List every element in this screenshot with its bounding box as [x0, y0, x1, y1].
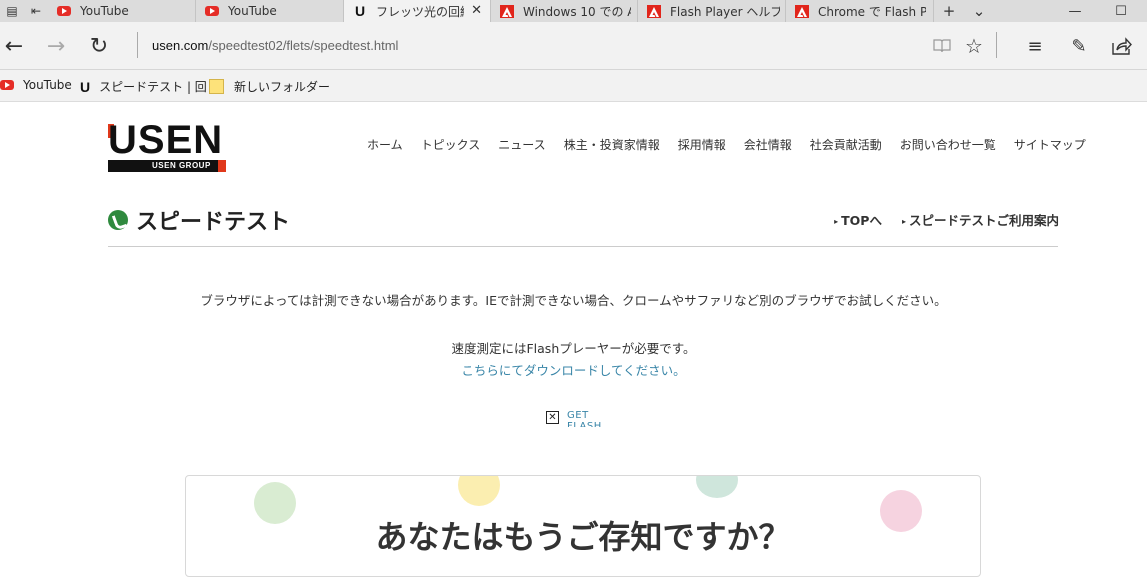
youtube-favicon-icon: [0, 80, 14, 90]
tab-list-icon[interactable]: ▤: [0, 0, 24, 22]
usage-guide-link[interactable]: ▸ スピードテストご利用案内: [902, 210, 1059, 229]
promo-banner: あなたはもうご存知ですか？: [185, 475, 981, 577]
minimize-icon[interactable]: —: [1052, 0, 1098, 22]
get-flash-button[interactable]: ✕ GET FLASH: [546, 410, 607, 427]
yellow-leaf-decoration-icon: [458, 476, 500, 506]
reading-view-icon[interactable]: [928, 32, 956, 60]
youtube-favicon-icon: [204, 5, 220, 17]
favorite-new-folder[interactable]: 新しいフォルダー: [209, 78, 330, 95]
close-tab-icon[interactable]: ✕: [471, 3, 482, 18]
favorite-star-icon[interactable]: ☆: [960, 32, 988, 60]
usen-logo[interactable]: USEN USEN GROUP: [108, 118, 226, 172]
adobe-favicon-icon: [499, 4, 515, 18]
download-link[interactable]: こちらにてダウンロードしてください。: [0, 360, 1147, 379]
url-host: usen.com: [152, 38, 209, 53]
nav-recruit[interactable]: 採用情報: [678, 136, 726, 153]
tab-bar: ▤ ⇤ YouTube YouTube U フレッツ光の回線 ✕ Windows…: [0, 0, 1147, 22]
share-icon[interactable]: [1108, 32, 1136, 60]
nav-contact[interactable]: お問い合わせ一覧: [900, 136, 996, 153]
top-link[interactable]: ▸ TOPへ: [834, 210, 882, 229]
tab-title: Flash Player ヘルプ: [670, 4, 780, 19]
triangle-right-icon: ▸: [834, 217, 839, 226]
tab-youtube-2[interactable]: YouTube: [196, 0, 344, 22]
tab-windows10-adobe[interactable]: Windows 10 での A: [491, 0, 638, 22]
url-path: /speedtest02/flets/speedtest.html: [208, 38, 399, 53]
flash-required-text: 速度測定にはFlashプレーヤーが必要です。: [451, 341, 696, 356]
tab-flets-active[interactable]: U フレッツ光の回線 ✕: [344, 0, 491, 22]
tab-title: Chrome で Flash Pl: [818, 4, 926, 19]
broken-image-icon: ✕: [546, 411, 559, 424]
back-arrow-icon[interactable]: ←: [0, 32, 28, 60]
global-nav: ホーム トピックス ニュース 株主・投資家情報 採用情報 会社情報 社会貢献活動…: [367, 136, 1086, 153]
favorite-speedtest[interactable]: U スピードテスト | 回: [80, 78, 207, 95]
nav-csr[interactable]: 社会貢献活動: [810, 136, 882, 153]
tab-title: YouTube: [228, 4, 277, 18]
nav-sitemap[interactable]: サイトマップ: [1014, 136, 1086, 153]
url-field[interactable]: usen.com/speedtest02/flets/speedtest.htm…: [152, 38, 398, 53]
tab-flash-help[interactable]: Flash Player ヘルプ: [638, 0, 786, 22]
triangle-right-icon: ▸: [901, 217, 906, 226]
teal-leaf-decoration-icon: [696, 476, 738, 498]
adobe-favicon-icon: [794, 4, 810, 18]
logo-subtext: USEN GROUP: [152, 161, 211, 170]
tab-chrome-flash[interactable]: Chrome で Flash Pl: [786, 0, 934, 22]
sub-links: ▸ TOPへ ▸ スピードテストご利用案内: [834, 210, 1059, 229]
logo-text: USEN: [108, 118, 224, 162]
tab-preview-chevron-icon[interactable]: ⌄: [964, 0, 994, 22]
tab-title: YouTube: [80, 4, 129, 18]
page-heading: スピードテスト: [108, 204, 290, 236]
youtube-favicon-icon: [56, 5, 72, 17]
web-note-pen-icon[interactable]: ✎: [1065, 32, 1093, 60]
tab-youtube-1[interactable]: YouTube: [48, 0, 196, 22]
favorite-youtube[interactable]: YouTube: [0, 78, 72, 92]
favorite-label: YouTube: [23, 78, 72, 92]
tab-title: フレッツ光の回線: [376, 4, 464, 19]
nav-company[interactable]: 会社情報: [744, 136, 792, 153]
divider: [108, 246, 1058, 247]
usen-favicon-icon: U: [80, 78, 91, 95]
nav-investors[interactable]: 株主・投資家情報: [564, 136, 660, 153]
address-bar: ← → ↻ usen.com/speedtest02/flets/speedte…: [0, 22, 1147, 70]
usen-favicon-icon: U: [354, 3, 366, 19]
favorite-label: 新しいフォルダー: [234, 80, 331, 94]
tab-title: Windows 10 での A: [523, 4, 631, 19]
nav-news[interactable]: ニュース: [498, 136, 545, 153]
get-flash-label: GET FLASH: [567, 410, 602, 427]
page-title: スピードテスト: [136, 210, 291, 235]
favorites-bar: YouTube U スピードテスト | 回 新しいフォルダー: [0, 70, 1147, 102]
speedtest-leaf-icon: [108, 210, 128, 230]
nav-home[interactable]: ホーム: [367, 136, 403, 153]
browser-notice: ブラウザによっては計測できない場合があります。IEで計測できない場合、クロームや…: [200, 293, 947, 308]
adobe-favicon-icon: [646, 4, 662, 18]
new-tab-icon[interactable]: +: [934, 0, 964, 22]
maximize-icon[interactable]: ☐: [1098, 0, 1144, 22]
promo-title: あなたはもうご存知ですか？: [375, 518, 791, 556]
favorite-label: スピードテスト | 回: [99, 80, 207, 94]
nav-topics[interactable]: トピックス: [421, 136, 481, 153]
set-aside-tabs-icon[interactable]: ⇤: [24, 0, 48, 22]
forward-arrow-icon[interactable]: →: [42, 32, 70, 60]
hub-menu-icon[interactable]: ≡: [1021, 32, 1049, 60]
refresh-icon[interactable]: ↻: [85, 32, 113, 60]
folder-icon: [209, 79, 224, 94]
